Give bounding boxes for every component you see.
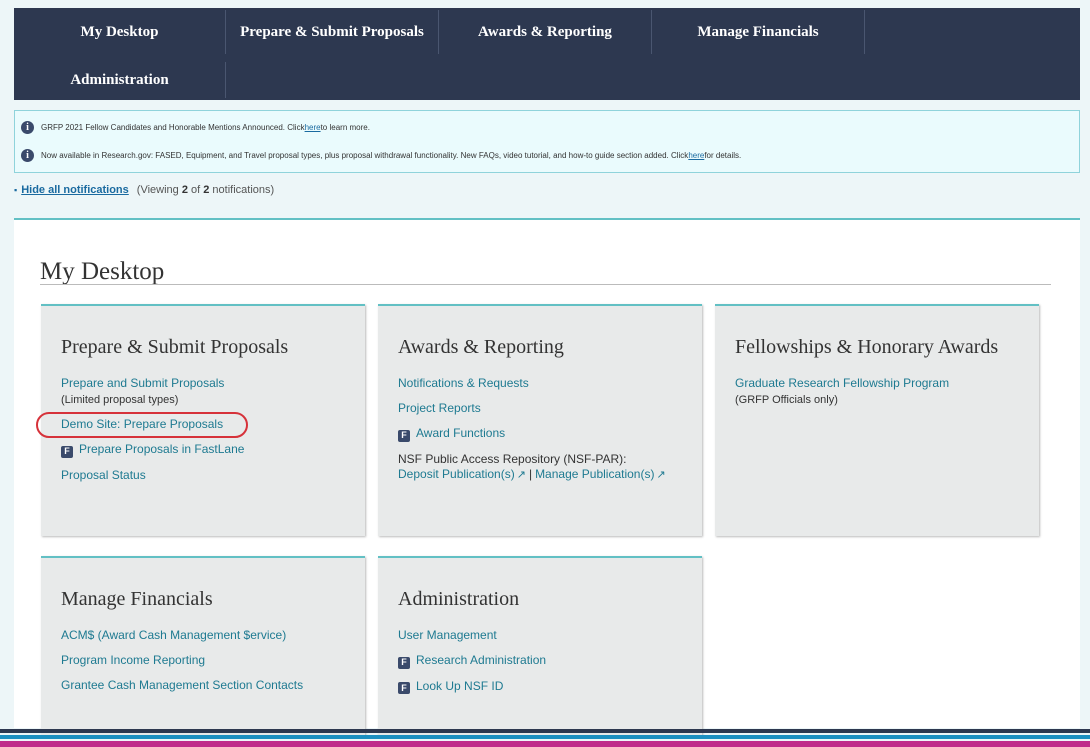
- card-title: Prepare & Submit Proposals: [61, 336, 289, 358]
- award-functions-link[interactable]: F Award Functions: [398, 426, 682, 442]
- hide-all-notifications-link[interactable]: Hide all notifications: [21, 184, 129, 196]
- card-manage-financials: Manage Financials ACM$ (Award Cash Manag…: [41, 556, 365, 736]
- card-awards-reporting: Awards & Reporting Notifications & Reque…: [378, 304, 702, 536]
- external-link-icon: ↗: [656, 468, 666, 481]
- notification-text: Now available in Research.gov: FASED, Eq…: [41, 151, 689, 160]
- prepare-proposals-fastlane-label: Prepare Proposals in FastLane: [79, 442, 245, 456]
- research-administration-label: Research Administration: [416, 653, 547, 667]
- nsf-par-label: NSF Public Access Repository (NSF-PAR):: [398, 451, 627, 466]
- notification-here-link[interactable]: here: [305, 123, 321, 132]
- look-up-nsf-id-link[interactable]: F Look Up NSF ID: [398, 678, 682, 694]
- grantee-cash-management-link[interactable]: Grantee Cash Management Section Contacts: [61, 678, 345, 693]
- nav-my-desktop[interactable]: My Desktop: [14, 10, 226, 54]
- program-income-reporting-link[interactable]: Program Income Reporting: [61, 653, 345, 668]
- research-administration-link[interactable]: F Research Administration: [398, 653, 682, 669]
- nav-awards-reporting[interactable]: Awards & Reporting: [439, 10, 652, 54]
- viewing-suffix: notifications): [209, 184, 275, 196]
- project-reports-link[interactable]: Project Reports: [398, 401, 682, 416]
- footer-band-magenta: [0, 741, 1090, 747]
- manage-publications-link[interactable]: Manage Publication(s): [535, 467, 654, 481]
- fastlane-icon: F: [398, 429, 410, 442]
- card-fellowships-honorary-awards: Fellowships & Honorary Awards Graduate R…: [715, 304, 1039, 536]
- notification-panel: i GRFP 2021 Fellow Candidates and Honora…: [14, 110, 1080, 173]
- grfp-link[interactable]: Graduate Research Fellowship Program: [735, 376, 1019, 391]
- notification-text: GRFP 2021 Fellow Candidates and Honorabl…: [41, 123, 305, 132]
- viewing-mid: of: [187, 184, 204, 196]
- card-title: Administration: [398, 588, 520, 610]
- nav-manage-financials[interactable]: Manage Financials: [652, 10, 865, 54]
- notification-text-post: to learn more.: [320, 123, 370, 132]
- award-functions-label: Award Functions: [416, 426, 506, 440]
- separator: |: [528, 466, 533, 481]
- acms-link[interactable]: ACM$ (Award Cash Management $ervice): [61, 628, 345, 643]
- nav-prepare-submit-proposals[interactable]: Prepare & Submit Proposals: [226, 10, 439, 54]
- my-desktop-panel: My Desktop Prepare & Submit Proposals Pr…: [14, 218, 1080, 736]
- external-link-icon: ↗: [516, 468, 526, 481]
- fastlane-icon: F: [61, 445, 73, 458]
- notification-controls: ▪ Hide all notifications (Viewing 2 of 2 n…: [14, 184, 274, 196]
- top-navigation: My Desktop Prepare & Submit Proposals Aw…: [14, 8, 1080, 100]
- nav-administration[interactable]: Administration: [14, 62, 226, 98]
- limited-types-note: (Limited proposal types): [61, 394, 179, 406]
- demo-site-prepare-proposals-link[interactable]: Demo Site: Prepare Proposals: [61, 417, 345, 432]
- user-management-link[interactable]: User Management: [398, 628, 682, 643]
- notification-new-features: i Now available in Research.gov: FASED, …: [21, 149, 741, 162]
- grfp-officials-note: (GRFP Officials only): [735, 394, 838, 406]
- collapse-icon: ▪: [14, 185, 18, 195]
- proposal-status-link[interactable]: Proposal Status: [61, 468, 345, 483]
- card-title: Manage Financials: [61, 588, 213, 610]
- nsf-par-links: Deposit Publication(s) ↗ | Manage Publicati…: [398, 467, 682, 483]
- info-icon: i: [21, 149, 34, 162]
- card-title: Fellowships & Honorary Awards: [735, 336, 999, 358]
- viewing-prefix: (Viewing: [136, 184, 182, 196]
- notification-grfp: i GRFP 2021 Fellow Candidates and Honora…: [21, 121, 370, 134]
- card-administration: Administration User Management F Research…: [378, 556, 702, 736]
- notification-text-post: for details.: [704, 151, 742, 160]
- prepare-proposals-fastlane-link[interactable]: F Prepare Proposals in FastLane: [61, 442, 345, 458]
- page-title: My Desktop: [40, 258, 165, 285]
- notifications-requests-link[interactable]: Notifications & Requests: [398, 376, 682, 391]
- footer-band-blue: [0, 735, 1090, 739]
- card-prepare-submit-proposals: Prepare & Submit Proposals Prepare and S…: [41, 304, 365, 536]
- info-icon: i: [21, 121, 34, 134]
- card-title: Awards & Reporting: [398, 336, 564, 358]
- fastlane-icon: F: [398, 682, 410, 694]
- deposit-publications-link[interactable]: Deposit Publication(s): [398, 467, 515, 481]
- prepare-submit-proposals-link[interactable]: Prepare and Submit Proposals: [61, 376, 345, 391]
- title-divider: [40, 284, 1051, 285]
- look-up-nsf-id-label: Look Up NSF ID: [416, 678, 504, 693]
- notification-here-link[interactable]: here: [688, 151, 704, 160]
- footer-band-dark: [0, 729, 1090, 733]
- fastlane-icon: F: [398, 656, 410, 669]
